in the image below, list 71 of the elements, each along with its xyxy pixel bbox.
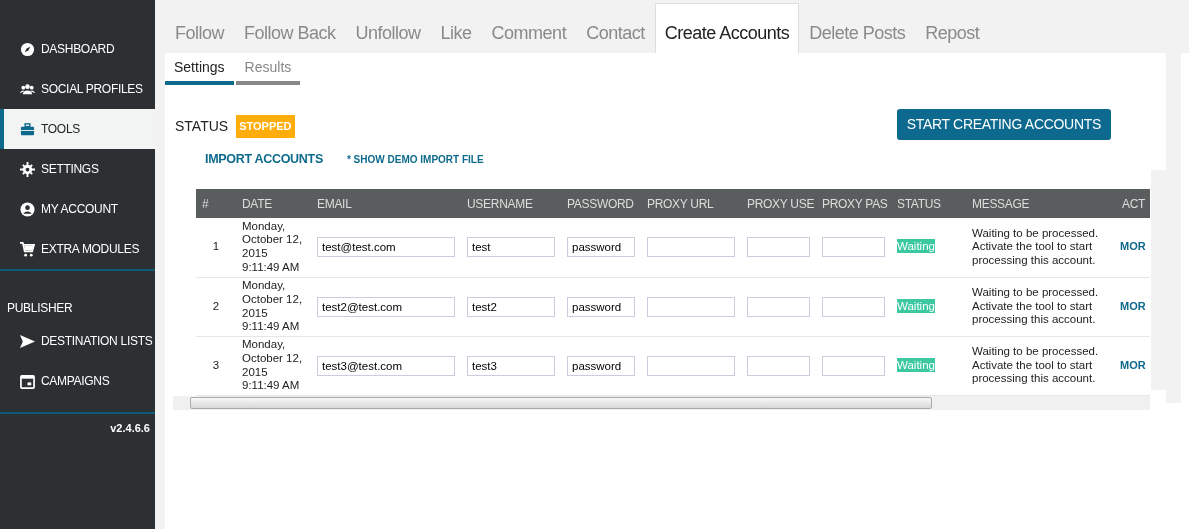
status-label: STATUS [175, 116, 229, 136]
status-badge: STOPPED [236, 115, 295, 138]
tab[interactable]: Create Accounts [654, 3, 800, 53]
proxy-url-field[interactable] [647, 237, 735, 258]
compass-icon [20, 41, 35, 57]
password-field[interactable]: password [567, 237, 635, 258]
version-label: v2.4.6.6 [109, 421, 151, 436]
email-field[interactable]: test@test.com [317, 237, 455, 258]
sidebar-item[interactable]: SOCIAL PROFILES [0, 69, 155, 109]
sidebar-item[interactable]: CAMPAIGNS [0, 361, 155, 401]
more-link[interactable]: MOR [1120, 358, 1146, 371]
cart-icon [20, 241, 35, 257]
people-icon [20, 81, 35, 97]
settings-icon [20, 161, 35, 177]
message-text: Waiting to be processed. Activate the tool to start processing this account. [966, 218, 1116, 277]
column-header: PROXY USE [741, 189, 816, 218]
email-field[interactable]: test2@test.com [317, 296, 455, 317]
status-badge: Waiting [897, 357, 935, 372]
calendar-icon [20, 373, 35, 389]
sidebar-item[interactable]: MY ACCOUNT [0, 189, 155, 229]
column-header: PASSWORD [561, 189, 641, 218]
table-cell: Monday, October 12, 2015 9:11:49 AM [236, 277, 311, 336]
status-badge: Waiting [897, 239, 935, 254]
sidebar-item[interactable]: TOOLS [0, 109, 155, 149]
column-header: EMAIL [311, 189, 461, 218]
user-icon [20, 201, 35, 217]
proxy-user-field[interactable] [747, 237, 810, 258]
proxy-pass-field[interactable] [822, 296, 885, 317]
table-cell: 2 [196, 277, 236, 336]
column-header: PROXY URL [641, 189, 741, 218]
message-text: Waiting to be processed. Activate the tool to start processing this account. [966, 336, 1116, 395]
column-header: # [196, 189, 236, 218]
more-link[interactable]: MOR [1120, 240, 1146, 253]
username-field[interactable]: test3 [467, 355, 555, 376]
proxy-pass-field[interactable] [822, 237, 885, 258]
column-header: STATUS [891, 189, 966, 218]
start-button[interactable]: START CREATING ACCOUNTS [896, 109, 1111, 140]
password-field[interactable]: password [567, 355, 635, 376]
tab[interactable]: Settings [165, 53, 234, 85]
sidebar-item[interactable]: SETTINGS [0, 149, 155, 189]
tab[interactable]: Results [235, 53, 301, 85]
sidebar-item[interactable]: DASHBOARD [0, 29, 155, 69]
username-field[interactable]: test2 [467, 296, 555, 317]
message-text: Waiting to be processed. Activate the tool to start processing this account. [966, 277, 1116, 336]
vertical-scrollbar[interactable] [1151, 170, 1166, 390]
table-cell: Monday, October 12, 2015 9:11:49 AM [236, 336, 311, 395]
proxy-pass-field[interactable] [822, 355, 885, 376]
section-title: PUBLISHER [6, 300, 74, 317]
more-link[interactable]: MOR [1120, 299, 1146, 312]
table-cell: 1 [196, 218, 236, 277]
table-cell: 3 [196, 336, 236, 395]
table-cell: Monday, October 12, 2015 9:11:49 AM [236, 218, 311, 277]
status-badge: Waiting [897, 298, 935, 313]
username-field[interactable]: test [467, 237, 555, 258]
demo-link[interactable]: * SHOW DEMO IMPORT FILE [346, 151, 484, 167]
column-header: MESSAGE [966, 189, 1116, 218]
sidebar-item[interactable]: DESTINATION LISTS [0, 321, 155, 361]
proxy-url-field[interactable] [647, 296, 735, 317]
column-header: USERNAME [461, 189, 561, 218]
send-icon [20, 333, 35, 349]
column-header: PROXY PAS [816, 189, 891, 218]
sidebar-item[interactable]: EXTRA MODULES [0, 229, 155, 269]
password-field[interactable]: password [567, 296, 635, 317]
proxy-url-field[interactable] [647, 355, 735, 376]
column-header: DATE [236, 189, 311, 218]
briefcase-icon [20, 121, 35, 137]
import-link[interactable]: IMPORT ACCOUNTS [205, 149, 323, 169]
proxy-user-field[interactable] [747, 296, 810, 317]
email-field[interactable]: test3@test.com [317, 355, 455, 376]
column-header: ACT [1116, 189, 1150, 218]
proxy-user-field[interactable] [747, 355, 810, 376]
